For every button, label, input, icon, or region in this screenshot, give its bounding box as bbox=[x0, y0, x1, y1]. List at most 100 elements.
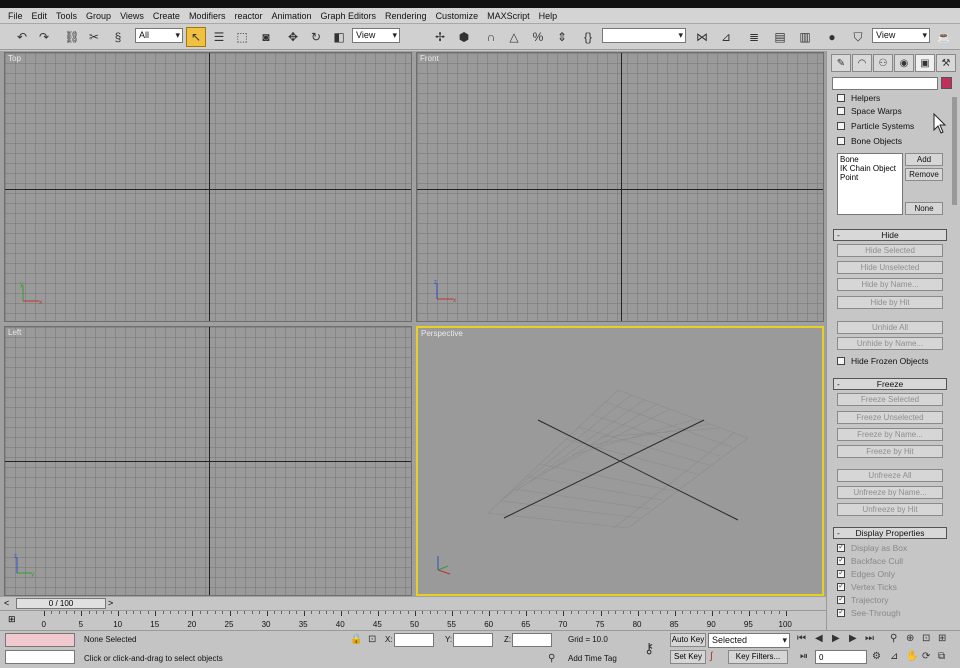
select-object-icon[interactable]: ↖ bbox=[186, 27, 206, 47]
checkbox[interactable] bbox=[837, 581, 845, 591]
viewport-left[interactable]: Left y z bbox=[4, 326, 412, 596]
checkbox[interactable] bbox=[837, 94, 845, 102]
y-coordinate-field[interactable] bbox=[453, 633, 493, 647]
list-item[interactable]: Bone bbox=[840, 155, 900, 164]
unhide-all-button[interactable]: Unhide All bbox=[837, 321, 943, 334]
hide-by-hit-button[interactable]: Hide by Hit bbox=[837, 296, 943, 309]
viewport-label[interactable]: Left bbox=[8, 328, 21, 337]
unfreeze-by-hit-button[interactable]: Unfreeze by Hit bbox=[837, 503, 943, 516]
object-name-field[interactable] bbox=[832, 77, 938, 90]
time-next-icon[interactable]: > bbox=[108, 598, 113, 608]
unhide-by-name-button[interactable]: Unhide by Name... bbox=[837, 337, 943, 350]
window-crossing-icon[interactable]: ◙ bbox=[256, 27, 276, 47]
menu-animation[interactable]: Animation bbox=[271, 11, 311, 21]
menu-create[interactable]: Create bbox=[153, 11, 180, 21]
select-scale-icon[interactable]: ◧ bbox=[329, 27, 349, 47]
checkbox[interactable] bbox=[837, 568, 845, 578]
maximize-viewport-icon[interactable]: ⧉ bbox=[938, 651, 945, 662]
checkbox[interactable] bbox=[837, 107, 845, 115]
pivot-center-icon[interactable]: ✢ bbox=[430, 27, 450, 47]
menu-rendering[interactable]: Rendering bbox=[385, 11, 427, 21]
next-frame-icon[interactable]: ▶ bbox=[849, 633, 857, 644]
object-color-swatch[interactable] bbox=[941, 77, 952, 89]
arc-rotate-icon[interactable]: ⟳ bbox=[922, 651, 930, 662]
select-manipulate-icon[interactable]: ⬢ bbox=[454, 27, 474, 47]
schematic-view-icon[interactable]: ▥ bbox=[795, 27, 815, 47]
display-properties-rollout[interactable]: - Display Properties bbox=[833, 527, 947, 539]
viewport-label[interactable]: Top bbox=[8, 54, 21, 63]
redo-icon[interactable]: ↷ bbox=[34, 27, 54, 47]
menu-views[interactable]: Views bbox=[120, 11, 144, 21]
maxscript-input-field[interactable] bbox=[5, 650, 75, 664]
key-filters-button[interactable]: Key Filters... bbox=[728, 650, 788, 664]
set-key-button[interactable]: Set Key bbox=[670, 650, 706, 664]
create-tab-icon[interactable]: ✎ bbox=[831, 54, 851, 72]
selection-filter-dropdown[interactable]: All bbox=[135, 28, 183, 43]
hide-selected-button[interactable]: Hide Selected bbox=[837, 244, 943, 257]
layer-manager-icon[interactable]: ≣ bbox=[744, 27, 764, 47]
viewport-label[interactable]: Front bbox=[420, 54, 439, 63]
zoom-extents-all-icon[interactable]: ⊞ bbox=[938, 633, 946, 644]
x-coordinate-field[interactable] bbox=[394, 633, 434, 647]
key-mode-toggle-icon[interactable]: ⏯ bbox=[800, 651, 808, 662]
z-coordinate-field[interactable] bbox=[512, 633, 552, 647]
category-bone-objects[interactable]: Bone Objects bbox=[837, 136, 902, 146]
select-by-name-icon[interactable]: ☰ bbox=[209, 27, 229, 47]
display-as-box-option[interactable]: Display as Box bbox=[837, 542, 907, 553]
previous-frame-icon[interactable]: ◀ bbox=[815, 633, 823, 644]
menu-maxscript[interactable]: MAXScript bbox=[487, 11, 530, 21]
selection-lock-icon[interactable]: 🔒 bbox=[350, 634, 362, 645]
snap-toggle-icon[interactable]: ∩ bbox=[481, 27, 501, 47]
material-editor-icon[interactable]: ● bbox=[822, 27, 842, 47]
edges-only-option[interactable]: Edges Only bbox=[837, 568, 895, 579]
viewport-front[interactable]: Front x z bbox=[416, 52, 824, 322]
maxscript-listener-field[interactable] bbox=[5, 633, 75, 647]
viewport-top[interactable]: Top x y bbox=[4, 52, 412, 322]
checkbox[interactable] bbox=[837, 607, 845, 617]
checkbox[interactable] bbox=[837, 122, 845, 130]
align-icon[interactable]: ⊿ bbox=[716, 27, 736, 47]
checkbox[interactable] bbox=[837, 555, 845, 565]
list-item[interactable]: Point bbox=[840, 173, 900, 182]
current-frame-field[interactable]: 0 bbox=[815, 650, 867, 664]
render-type-dropdown[interactable]: View bbox=[872, 28, 930, 43]
zoom-icon[interactable]: ⚲ bbox=[890, 633, 897, 644]
edit-named-selection-icon[interactable]: {} bbox=[578, 27, 598, 47]
menu-file[interactable]: File bbox=[8, 11, 23, 21]
add-button[interactable]: Add bbox=[905, 153, 943, 166]
checkbox[interactable] bbox=[837, 594, 845, 604]
undo-icon[interactable]: ↶ bbox=[12, 27, 32, 47]
time-tag-icon[interactable]: ⚲ bbox=[548, 653, 555, 664]
add-time-tag[interactable]: Add Time Tag bbox=[568, 654, 617, 663]
mirror-icon[interactable]: ⋈ bbox=[692, 27, 712, 47]
checkbox[interactable] bbox=[837, 357, 845, 365]
menu-tools[interactable]: Tools bbox=[56, 11, 77, 21]
menu-graph-editors[interactable]: Graph Editors bbox=[321, 11, 377, 21]
bind-space-warp-icon[interactable]: § bbox=[108, 27, 128, 47]
mini-curve-editor-icon[interactable]: ⊞ bbox=[8, 614, 16, 625]
category-list[interactable]: Bone IK Chain Object Point bbox=[837, 153, 903, 215]
freeze-by-name-button[interactable]: Freeze by Name... bbox=[837, 428, 943, 441]
category-particle-systems[interactable]: Particle Systems bbox=[837, 121, 914, 131]
freeze-by-hit-button[interactable]: Freeze by Hit bbox=[837, 445, 943, 458]
unfreeze-by-name-button[interactable]: Unfreeze by Name... bbox=[837, 486, 943, 499]
hide-rollout[interactable]: - Hide bbox=[833, 229, 947, 241]
zoom-extents-icon[interactable]: ⊡ bbox=[922, 633, 930, 644]
key-mode-dropdown[interactable]: Selected bbox=[708, 633, 790, 648]
none-button[interactable]: None bbox=[905, 202, 943, 215]
menu-reactor[interactable]: reactor bbox=[234, 11, 262, 21]
curve-editor-icon[interactable]: ▤ bbox=[770, 27, 790, 47]
select-rotate-icon[interactable]: ↻ bbox=[306, 27, 326, 47]
freeze-selected-button[interactable]: Freeze Selected bbox=[837, 393, 943, 406]
go-to-end-icon[interactable]: ⏭ bbox=[865, 633, 874, 644]
field-of-view-icon[interactable]: ⊿ bbox=[890, 651, 898, 662]
remove-button[interactable]: Remove bbox=[905, 168, 943, 181]
go-to-start-icon[interactable]: ⏮ bbox=[797, 633, 806, 644]
modify-tab-icon[interactable]: ◠ bbox=[852, 54, 872, 72]
pan-icon[interactable]: ✋ bbox=[906, 651, 918, 662]
select-link-icon[interactable]: ⛓ bbox=[62, 27, 82, 47]
percent-snap-icon[interactable]: % bbox=[528, 27, 548, 47]
unlink-icon[interactable]: ✂ bbox=[84, 27, 104, 47]
reference-coordinate-dropdown[interactable]: View bbox=[352, 28, 400, 43]
backface-cull-option[interactable]: Backface Cull bbox=[837, 555, 903, 566]
